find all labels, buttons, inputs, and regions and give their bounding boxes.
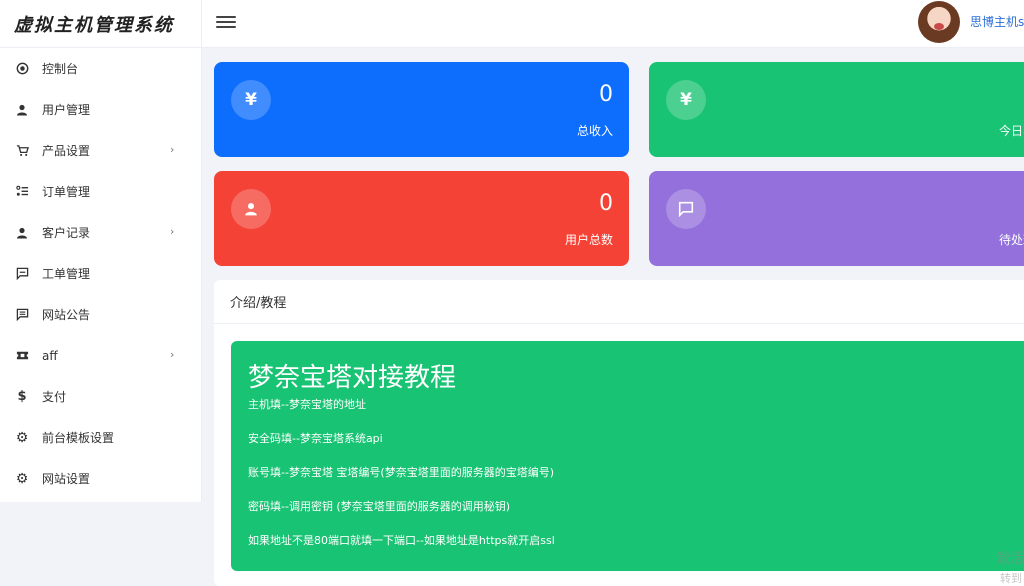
brand-title: 虚拟主机管理系统 xyxy=(14,15,174,36)
sidebar-item-payment[interactable]: $ 支付 xyxy=(0,376,201,417)
dollar-icon: $ xyxy=(17,389,27,404)
stat-card-total-users[interactable]: 0 用户总数 xyxy=(214,171,629,266)
chevron-right-icon: › xyxy=(170,143,175,156)
sidebar-item-customers[interactable]: 客户记录 › xyxy=(0,212,201,253)
sidebar-item-label: 客户记录 xyxy=(42,226,91,240)
intro-panel: 介绍/教程 梦奈宝塔对接教程 主机填--梦奈宝塔的地址 安全码填--梦奈宝塔系统… xyxy=(214,280,1024,586)
sidebar-item-label: 网站设置 xyxy=(42,472,91,486)
activation-watermark-sub: 转到 xyxy=(1000,572,1022,585)
sidebar-item-announcements[interactable]: 网站公告 xyxy=(0,294,201,335)
sidebar-item-frontend-template[interactable]: ⚙ 前台模板设置 xyxy=(0,417,201,458)
cart-icon xyxy=(15,144,29,158)
tutorial-heading: 梦奈宝塔对接教程 xyxy=(248,363,457,393)
tutorial-box: 梦奈宝塔对接教程 主机填--梦奈宝塔的地址 安全码填--梦奈宝塔系统api 账号… xyxy=(231,341,1024,571)
message-lines-icon xyxy=(15,308,29,322)
tutorial-line: 安全码填--梦奈宝塔系统api xyxy=(248,432,383,445)
tutorial-line: 主机填--梦奈宝塔的地址 xyxy=(248,398,366,411)
message-icon xyxy=(666,189,706,229)
sidebar-item-aff[interactable]: aff › xyxy=(0,335,201,376)
stat-label: 总收入 xyxy=(576,124,613,138)
message-icon xyxy=(15,267,29,281)
activation-watermark: 激活 xyxy=(996,551,1024,567)
sidebar-item-label: 订单管理 xyxy=(42,185,91,199)
yen-icon: ¥ xyxy=(231,80,271,120)
sidebar-item-label: 工单管理 xyxy=(42,267,91,281)
stat-value: 0 xyxy=(599,82,613,107)
user-icon xyxy=(231,189,271,229)
sidebar-item-label: 控制台 xyxy=(42,62,79,76)
sidebar-item-label: 产品设置 xyxy=(42,144,91,158)
stat-label: 今日收 xyxy=(999,124,1024,138)
ticket-icon xyxy=(15,349,29,363)
dashboard-icon xyxy=(15,62,29,76)
list-icon xyxy=(15,185,29,199)
yen-icon: ¥ xyxy=(666,80,706,120)
username-link[interactable]: 思博主机s xyxy=(970,13,1024,30)
chevron-right-icon: › xyxy=(170,225,175,238)
sidebar-item-label: 用户管理 xyxy=(42,103,91,117)
sidebar: 控制台 用户管理 产品设置 › 订单管理 客户记录 › 工单管理 网站公告 af… xyxy=(0,48,202,502)
top-bar: 虚拟主机管理系统 思博主机s xyxy=(0,0,1024,48)
brand: 虚拟主机管理系统 xyxy=(0,0,202,48)
sidebar-item-label: 支付 xyxy=(42,390,67,404)
sidebar-item-label: 网站公告 xyxy=(42,308,91,322)
user-icon xyxy=(15,226,29,240)
sidebar-item-orders[interactable]: 订单管理 xyxy=(0,171,201,212)
stat-card-pending-tickets[interactable]: 待处理工 xyxy=(649,171,1024,266)
gear-icon: ⚙ xyxy=(15,429,29,446)
sidebar-item-products[interactable]: 产品设置 › xyxy=(0,130,201,171)
sidebar-item-tickets[interactable]: 工单管理 xyxy=(0,253,201,294)
sidebar-item-users[interactable]: 用户管理 xyxy=(0,89,201,130)
sidebar-item-label: aff xyxy=(42,348,58,363)
sidebar-item-label: 前台模板设置 xyxy=(42,431,115,445)
avatar[interactable] xyxy=(918,1,960,43)
tutorial-line: 如果地址不是80端口就填一下端口--如果地址是https就开启ssl xyxy=(248,534,555,547)
panel-title: 介绍/教程 xyxy=(214,280,1024,324)
stat-card-total-income[interactable]: ¥ 0 总收入 xyxy=(214,62,629,157)
tutorial-line: 密码填--调用密钥 (梦奈宝塔里面的服务器的调用秘钥) xyxy=(248,500,511,513)
gear-icon: ⚙ xyxy=(15,470,29,487)
stat-value: 0 xyxy=(599,191,613,216)
stat-label: 用户总数 xyxy=(564,233,613,247)
tutorial-line: 账号填--梦奈宝塔 宝塔编号(梦奈宝塔里面的服务器的宝塔编号) xyxy=(248,466,555,479)
user-icon xyxy=(15,103,29,117)
stat-label: 待处理工 xyxy=(999,233,1024,247)
chevron-right-icon: › xyxy=(170,348,175,361)
sidebar-item-dashboard[interactable]: 控制台 xyxy=(0,48,201,89)
menu-toggle-icon[interactable] xyxy=(216,13,236,33)
sidebar-item-site-settings[interactable]: ⚙ 网站设置 xyxy=(0,458,201,499)
stat-card-today-income[interactable]: ¥ 今日收 xyxy=(649,62,1024,157)
